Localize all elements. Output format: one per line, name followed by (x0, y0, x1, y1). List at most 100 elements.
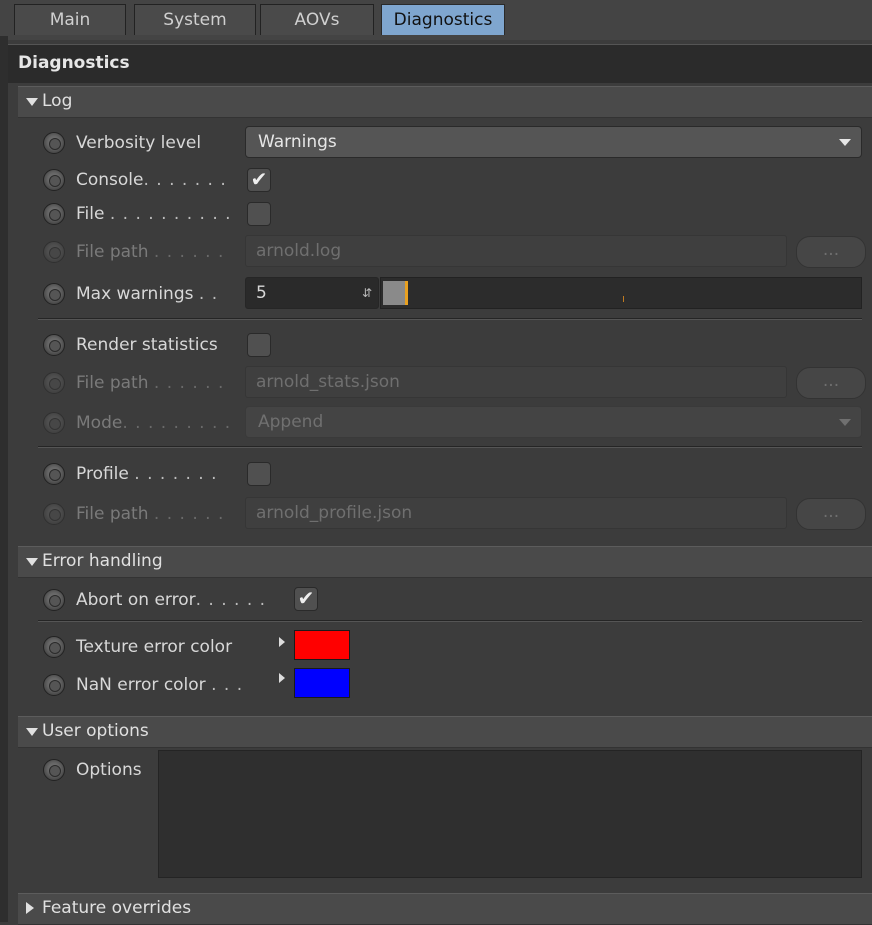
abort-checkbox[interactable]: ✔ (294, 587, 318, 611)
label-dots: . . . . . . . (143, 170, 227, 190)
divider (38, 318, 862, 320)
verbosity-label: Verbosity level (76, 133, 202, 153)
keyframe-button[interactable] (43, 463, 65, 485)
keyframe-button[interactable] (43, 589, 65, 611)
tab-diagnostics[interactable]: Diagnostics (381, 4, 505, 35)
browse-button: ... (796, 498, 866, 530)
options-textarea[interactable] (158, 750, 862, 878)
expand-arrow-icon[interactable] (279, 673, 285, 683)
max-warnings-label: Max warnings . . (76, 281, 218, 307)
stats-path-label-text: File path (76, 373, 149, 393)
nan-color-label: NaN error color . . . (76, 672, 243, 698)
keyframe-button[interactable] (43, 636, 65, 658)
nan-color-label-text: NaN error color (76, 675, 206, 695)
label-dots: . . . . . . . (134, 464, 218, 484)
spinner-arrows-icon[interactable]: ⇵ (362, 278, 372, 308)
checkmark-icon: ✔ (250, 167, 268, 191)
panel-header: Diagnostics (8, 44, 872, 83)
slider-tick (623, 296, 624, 302)
mode-dropdown: Append (245, 406, 862, 438)
mode-label: Mode. . . . . . . . . (76, 410, 231, 436)
keyframe-button (43, 372, 65, 394)
tab-label: AOVs (294, 10, 340, 30)
section-feature-overrides[interactable]: Feature overrides (18, 893, 872, 925)
keyframe-button[interactable] (43, 132, 65, 154)
left-gutter (0, 36, 8, 922)
keyframe-button[interactable] (43, 759, 65, 781)
keyframe-button[interactable] (43, 169, 65, 191)
keyframe-button[interactable] (43, 283, 65, 305)
slider-handle[interactable] (405, 281, 408, 305)
abort-label: Abort on error. . . . . . (76, 587, 266, 613)
section-title: Error handling (42, 551, 163, 571)
log-file-path-input: arnold.log (245, 235, 787, 267)
section-error-handling[interactable]: Error handling (18, 546, 872, 578)
divider (38, 446, 862, 448)
render-stats-label: Render statistics (76, 335, 218, 355)
section-user-options[interactable]: User options (18, 716, 872, 748)
keyframe-button[interactable] (43, 674, 65, 696)
label-dots: . . . . . . (153, 373, 225, 393)
tab-label: Main (49, 10, 91, 30)
file-label: File . . . . . . . . . . (76, 201, 232, 227)
render-stats-checkbox[interactable] (247, 333, 271, 357)
console-label-text: Console (76, 170, 144, 190)
keyframe-button[interactable] (43, 334, 65, 356)
max-warnings-value: 5 (256, 283, 267, 303)
slider-fill (383, 281, 405, 305)
tab-main[interactable]: Main (14, 4, 126, 35)
label-dots: . . . . . . (195, 590, 267, 610)
profile-file-path-input: arnold_profile.json (245, 497, 787, 529)
tab-aovs[interactable]: AOVs (260, 4, 374, 35)
section-log[interactable]: Log (18, 86, 872, 118)
profile-path-label: File path . . . . . . (76, 501, 224, 527)
profile-path-label-text: File path (76, 504, 149, 524)
label-dots: . . (198, 284, 219, 304)
file-path-label: File path . . . . . . (76, 239, 224, 265)
max-warnings-input[interactable]: 5 ⇵ (245, 277, 379, 309)
keyframe-button (43, 241, 65, 263)
checkmark-icon: ✔ (297, 586, 315, 610)
expand-triangle-icon (26, 902, 34, 914)
console-label: Console. . . . . . . (76, 167, 227, 193)
profile-checkbox[interactable] (247, 462, 271, 486)
collapse-triangle-icon (26, 558, 38, 566)
profile-label: Profile . . . . . . . (76, 461, 218, 487)
console-checkbox[interactable]: ✔ (247, 168, 271, 192)
label-dots: . . . . . . . . . . (109, 204, 232, 224)
label-dots: . . . . . . . . . (122, 413, 232, 433)
label-dots: . . . . . . (153, 242, 225, 262)
stats-path-label: File path . . . . . . (76, 370, 224, 396)
file-path-label-text: File path (76, 242, 149, 262)
options-label: Options (76, 760, 142, 780)
browse-button: ... (796, 367, 866, 399)
max-warnings-slider[interactable] (380, 277, 862, 309)
tab-label: System (163, 10, 227, 30)
file-checkbox[interactable] (247, 202, 271, 226)
file-label-text: File (76, 204, 105, 224)
profile-label-text: Profile (76, 464, 129, 484)
texture-color-swatch[interactable] (294, 630, 350, 660)
label-dots: . . . . . . (153, 504, 225, 524)
tab-system[interactable]: System (134, 4, 256, 35)
browse-button: ... (796, 236, 866, 268)
stats-file-path-input: arnold_stats.json (245, 366, 787, 398)
collapse-triangle-icon (26, 728, 38, 736)
section-title: User options (42, 721, 149, 741)
label-dots: . . . (211, 675, 244, 695)
expand-arrow-icon[interactable] (279, 637, 285, 647)
divider (38, 620, 862, 622)
chevron-down-icon (839, 139, 851, 146)
nan-color-swatch[interactable] (294, 668, 350, 698)
tab-label: Diagnostics (393, 10, 493, 30)
keyframe-button (43, 503, 65, 525)
abort-label-text: Abort on error (76, 590, 196, 610)
keyframe-button[interactable] (43, 203, 65, 225)
section-title: Feature overrides (42, 898, 192, 918)
verbosity-dropdown[interactable]: Warnings (245, 126, 862, 158)
keyframe-button (43, 412, 65, 434)
section-title: Log (42, 91, 73, 111)
page-title: Diagnostics (18, 53, 130, 73)
collapse-triangle-icon (26, 98, 38, 106)
verbosity-value: Warnings (258, 132, 337, 152)
